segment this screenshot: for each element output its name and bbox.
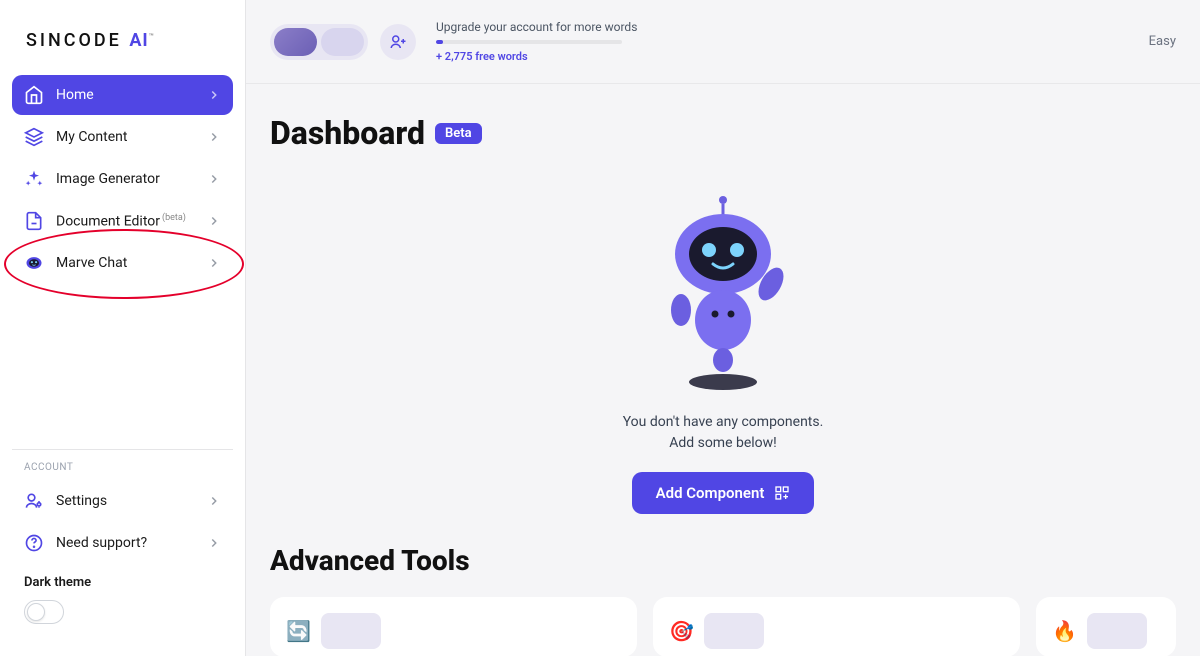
chevron-right-icon — [207, 88, 221, 102]
beta-badge: Beta — [435, 123, 482, 144]
tool-icon-wrap: 🔥 — [1052, 613, 1147, 649]
empty-state: You don't have any components. Add some … — [270, 172, 1176, 544]
main: Upgrade your account for more words + 2,… — [246, 0, 1200, 656]
advanced-tools-title: Advanced Tools — [270, 544, 1176, 577]
layers-icon — [24, 127, 44, 147]
dashboard-header: Dashboard Beta — [270, 114, 1176, 152]
dark-theme-label: Dark theme — [24, 575, 221, 590]
progress-bar — [436, 40, 622, 44]
button-label: Add Component — [656, 484, 765, 502]
sidebar-item-label: Marve Chat — [56, 255, 195, 271]
chevron-right-icon — [207, 494, 221, 508]
chevron-right-icon — [207, 214, 221, 228]
help-icon — [24, 533, 44, 553]
toggle-knob — [27, 603, 45, 621]
robot-icon — [24, 253, 44, 273]
account-label: ACCOUNT — [12, 462, 233, 481]
tool-icon-bg — [321, 613, 381, 649]
fire-icon: 🔥 — [1052, 619, 1077, 643]
logo-accent: AI — [129, 30, 148, 51]
target-icon: 🎯 — [669, 619, 694, 643]
sidebar-item-label: Settings — [56, 493, 195, 509]
easy-text: Easy — [1149, 34, 1176, 49]
add-component-button[interactable]: Add Component — [632, 472, 815, 514]
logo-tm: ™ — [149, 32, 154, 41]
upgrade-text: Upgrade your account for more words — [436, 20, 637, 34]
sidebar-item-home[interactable]: Home — [12, 75, 233, 115]
tool-icon-wrap: 🎯 — [669, 613, 764, 649]
robot-illustration — [653, 192, 793, 392]
divider — [12, 449, 233, 450]
content: Dashboard Beta — [246, 84, 1200, 656]
upgrade-section: Upgrade your account for more words + 2,… — [436, 20, 637, 63]
grid-add-icon — [774, 485, 790, 501]
sidebar-item-label: Home — [56, 87, 195, 103]
tool-card[interactable]: 🎯 — [653, 597, 1020, 656]
tool-icon-bg — [704, 613, 764, 649]
tool-card[interactable]: 🔄 — [270, 597, 637, 656]
chevron-right-icon — [207, 172, 221, 186]
chevron-right-icon — [207, 130, 221, 144]
sidebar-item-label: Document Editor(beta) — [56, 213, 195, 230]
sidebar-item-document-editor[interactable]: Document Editor(beta) — [12, 201, 233, 241]
add-user-button[interactable] — [380, 24, 416, 60]
topbar: Upgrade your account for more words + 2,… — [246, 0, 1200, 84]
dark-theme-toggle[interactable] — [24, 600, 64, 624]
empty-text: You don't have any components. Add some … — [623, 412, 824, 454]
pill-segment — [321, 28, 364, 56]
progress-fill — [436, 40, 443, 44]
sidebar-item-my-content[interactable]: My Content — [12, 117, 233, 157]
tools-grid: 🔄 🎯 🔥 — [270, 597, 1176, 656]
sidebar-item-image-generator[interactable]: Image Generator — [12, 159, 233, 199]
logo-text: SINCODE — [26, 30, 122, 51]
sidebar: SINCODE AI™ Home My Content I — [0, 0, 246, 656]
sidebar-item-settings[interactable]: Settings — [12, 481, 233, 521]
sidebar-item-label: Image Generator — [56, 171, 195, 187]
tool-card[interactable]: 🔥 — [1036, 597, 1176, 656]
chevron-right-icon — [207, 536, 221, 550]
user-settings-icon — [24, 491, 44, 511]
nav-list: Home My Content Image Generator — [12, 75, 233, 283]
tool-icon-bg — [1087, 613, 1147, 649]
dark-theme-section: Dark theme — [12, 563, 233, 636]
sidebar-item-marve-chat[interactable]: Marve Chat — [12, 243, 233, 283]
home-icon — [24, 85, 44, 105]
sparkles-icon — [24, 169, 44, 189]
chevron-right-icon — [207, 256, 221, 270]
refresh-icon: 🔄 — [286, 619, 311, 643]
avatar-pill[interactable] — [270, 24, 368, 60]
free-words: + 2,775 free words — [436, 50, 637, 63]
sidebar-item-label: My Content — [56, 129, 195, 145]
sidebar-item-support[interactable]: Need support? — [12, 523, 233, 563]
logo: SINCODE AI™ — [12, 20, 233, 75]
document-icon — [24, 211, 44, 231]
page-title: Dashboard — [270, 114, 425, 152]
sidebar-item-label: Need support? — [56, 535, 195, 551]
tool-icon-wrap: 🔄 — [286, 613, 381, 649]
pill-segment — [274, 28, 317, 56]
account-nav-list: Settings Need support? — [12, 481, 233, 563]
